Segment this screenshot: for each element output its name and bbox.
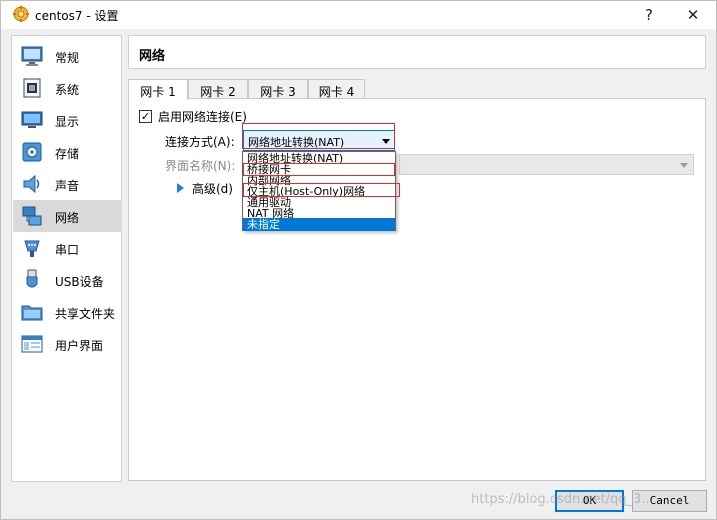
advanced-label: 高级(d) (192, 181, 233, 196)
attached-to-dropdown-list: 网络地址转换(NAT) 桥接网卡 内部网络 仅主机(Host-Only)网络 通… (242, 151, 396, 231)
sidebar-item-general[interactable]: 常规 (13, 40, 122, 72)
sidebar-item-system[interactable]: 系统 (13, 72, 122, 104)
enable-network-row[interactable]: ✓ 启用网络连接(E) (139, 108, 247, 124)
settings-content: 网络 网卡 1 网卡 2 网卡 3 网卡 4 ✓ 启用网络连接(E) 连接方式(… (128, 35, 708, 482)
display-icon (21, 111, 43, 128)
settings-window: centos7 - 设置 ? ✕ 常规 系统 显示 存储 声音 网络 串口 US… (0, 0, 717, 520)
general-icon (21, 46, 43, 66)
sidebar-item-audio[interactable]: 声音 (13, 168, 122, 200)
storage-icon (22, 142, 42, 162)
shared-folder-icon (21, 305, 43, 321)
sidebar-item-label: 显示 (55, 115, 80, 129)
sidebar-item-label: 声音 (55, 179, 80, 193)
sidebar-item-label: 用户界面 (55, 339, 104, 353)
sidebar-item-label: 共享文件夹 (55, 307, 116, 321)
sidebar-item-label: 存储 (55, 147, 80, 161)
tab-adapter-4[interactable]: 网卡 4 (308, 79, 365, 99)
sidebar-item-display[interactable]: 显示 (13, 104, 122, 136)
chevron-down-icon (680, 163, 688, 168)
tab-adapter-1[interactable]: 网卡 1 (128, 79, 188, 100)
adapter-1-panel: ✓ 启用网络连接(E) 连接方式(A): 网络地址转换(NAT) 界面名称(N)… (128, 98, 706, 481)
usb-icon (26, 269, 38, 288)
sidebar-item-network[interactable]: 网络 (13, 200, 122, 232)
enable-network-label: 启用网络连接(E) (158, 109, 247, 124)
dropdown-option-not-attached[interactable]: 未指定 (243, 218, 395, 231)
help-button[interactable]: ? (629, 1, 669, 29)
virtualbox-app-icon (13, 6, 29, 22)
tab-adapter-2[interactable]: 网卡 2 (188, 79, 248, 99)
sidebar-item-shared-folders[interactable]: 共享文件夹 (13, 296, 122, 328)
sidebar-item-label: USB设备 (55, 275, 104, 289)
settings-sidebar: 常规 系统 显示 存储 声音 网络 串口 USB设备 共享文件夹 用户界面 (11, 35, 122, 482)
system-icon (23, 78, 41, 98)
close-button[interactable]: ✕ (673, 1, 713, 29)
sidebar-item-label: 串口 (55, 243, 80, 257)
attached-to-select[interactable]: 网络地址转换(NAT) (243, 130, 395, 151)
window-title: centos7 - 设置 (35, 9, 119, 23)
sidebar-item-serial-port[interactable]: 串口 (13, 232, 122, 264)
sidebar-item-label: 常规 (55, 51, 80, 65)
sidebar-item-user-interface[interactable]: 用户界面 (13, 328, 122, 360)
sidebar-item-storage[interactable]: 存储 (13, 136, 122, 168)
section-title: 网络 (139, 49, 166, 64)
attached-to-label: 连接方式(A): (165, 135, 235, 149)
interface-name-select (399, 154, 694, 175)
interface-name-label: 界面名称(N): (165, 159, 236, 173)
serial-port-icon (24, 240, 40, 257)
user-interface-icon (21, 335, 43, 353)
watermark-text: https://blog.csdn.net/qq_3... (471, 492, 654, 507)
audio-icon (23, 174, 40, 194)
sidebar-item-label: 网络 (55, 211, 80, 225)
tab-adapter-3[interactable]: 网卡 3 (248, 79, 308, 99)
section-header: 网络 (128, 35, 706, 69)
chevron-down-icon (382, 139, 390, 144)
network-icon (22, 206, 42, 226)
sidebar-item-usb[interactable]: USB设备 (13, 264, 122, 296)
attached-to-value: 网络地址转换(NAT) (248, 136, 345, 149)
title-bar: centos7 - 设置 ? ✕ (1, 1, 716, 29)
expand-arrow-icon (177, 183, 184, 193)
sidebar-item-label: 系统 (55, 83, 80, 97)
advanced-toggle[interactable]: 高级(d) (177, 179, 233, 197)
enable-network-checkbox[interactable]: ✓ (139, 109, 152, 123)
